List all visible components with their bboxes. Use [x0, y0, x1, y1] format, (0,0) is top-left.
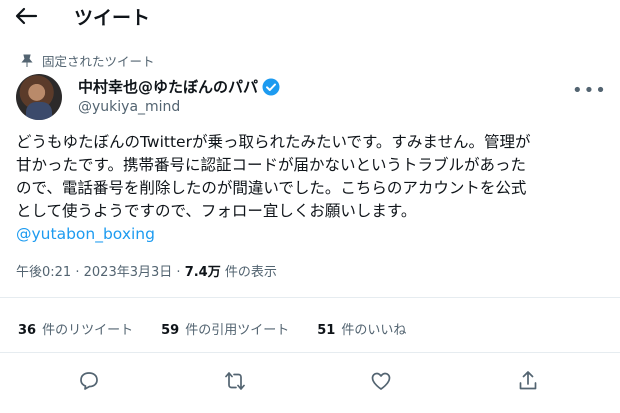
tweet-time[interactable]: 午後0:21: [16, 265, 71, 280]
author-name-row: 中村幸也@ゆたぼんのパパ: [78, 76, 280, 97]
avatar[interactable]: [16, 74, 62, 120]
divider: [0, 297, 620, 298]
pin-icon: [21, 54, 33, 67]
share-icon[interactable]: [516, 369, 540, 393]
tweet-line: ので、電話番号を削除したのが間違いでした。こちらのアカウントを公式: [16, 179, 527, 197]
mention-link[interactable]: @yutabon_boxing: [16, 223, 612, 246]
divider: [0, 352, 620, 353]
quote-label: 件の引用ツイート: [185, 323, 290, 338]
like-icon[interactable]: [369, 369, 393, 393]
tweet-line: どうもゆたぼんのTwitterが乗っ取られたみたいです。すみません。管理が: [16, 133, 531, 151]
like-stat[interactable]: 51 件のいいね: [317, 319, 406, 338]
meta-separator: ·: [176, 265, 181, 280]
retweet-icon[interactable]: [223, 369, 247, 393]
retweet-label: 件のリツイート: [42, 323, 134, 338]
user-handle[interactable]: @yukiya_mind: [78, 99, 180, 115]
like-label: 件のいいね: [341, 323, 407, 338]
reply-icon[interactable]: [77, 369, 101, 393]
meta-separator: ·: [75, 265, 80, 280]
retweet-count: 36: [18, 323, 37, 338]
view-count: 7.4万: [184, 265, 221, 280]
tweet-date[interactable]: 2023年3月3日: [84, 265, 173, 280]
pinned-indicator: 固定されたツイート: [20, 51, 155, 70]
tweet-text: どうもゆたぼんのTwitterが乗っ取られたみたいです。すみません。管理が 甘か…: [16, 131, 612, 246]
quote-stat[interactable]: 59 件の引用ツイート: [161, 319, 289, 338]
like-count: 51: [317, 323, 336, 338]
quote-count: 59: [161, 323, 180, 338]
engagement-stats: 36 件のリツイート 59 件の引用ツイート 51 件のいいね: [18, 319, 434, 338]
pinned-label: 固定されたツイート: [42, 54, 155, 69]
verified-badge-icon: [262, 78, 280, 95]
more-options-icon[interactable]: •••: [572, 80, 607, 101]
tweet-meta: 午後0:21 · 2023年3月3日 · 7.4万 件の表示: [16, 261, 277, 280]
retweet-stat[interactable]: 36 件のリツイート: [18, 319, 133, 338]
tweet-line: 甘かったです。携帯番号に認証コードが届かないというトラブルがあった: [16, 156, 526, 174]
action-bar: [0, 366, 620, 396]
back-arrow-icon[interactable]: [14, 6, 38, 26]
tweet-line: として使うようですので、フォロー宜しくお願いします。: [16, 202, 417, 220]
display-name[interactable]: 中村幸也@ゆたぼんのパパ: [78, 76, 258, 97]
top-bar: ツイート: [0, 0, 620, 34]
page-title: ツイート: [74, 7, 151, 29]
view-label: 件の表示: [224, 265, 277, 280]
